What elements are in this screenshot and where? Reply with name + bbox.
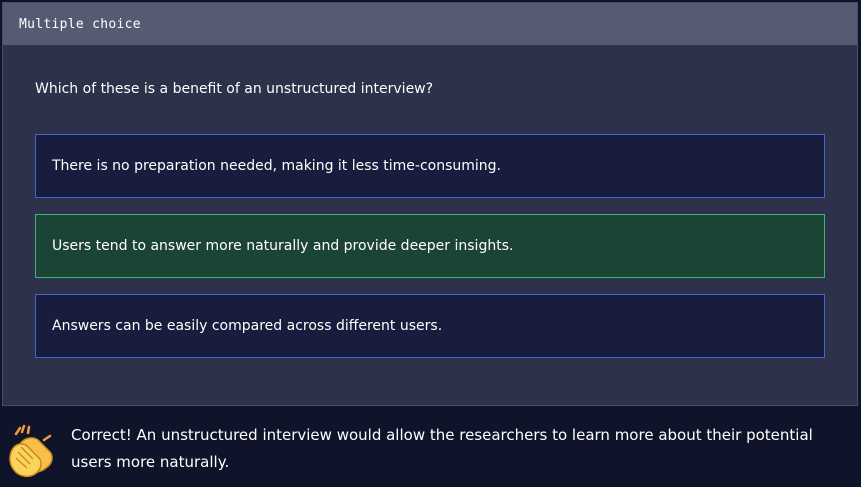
answer-option-label: Answers can be easily compared across di… <box>52 318 443 334</box>
answer-option-label: Users tend to answer more naturally and … <box>52 238 514 254</box>
multiple-choice-panel: Multiple choice Which of these is a bene… <box>2 2 858 406</box>
answer-option-label: There is no preparation needed, making i… <box>52 158 501 174</box>
clapping-hands-icon <box>9 424 53 478</box>
feedback-message: Correct! An unstructured interview would… <box>71 426 813 471</box>
answer-option-2-correct[interactable]: Users tend to answer more naturally and … <box>35 214 825 278</box>
answer-option-1[interactable]: There is no preparation needed, making i… <box>35 134 825 198</box>
answer-option-3[interactable]: Answers can be easily compared across di… <box>35 294 825 358</box>
panel-header: Multiple choice <box>3 3 857 45</box>
panel-header-title: Multiple choice <box>19 16 141 32</box>
feedback-bar: Correct! An unstructured interview would… <box>0 408 861 487</box>
question-text: Which of these is a benefit of an unstru… <box>35 81 434 97</box>
